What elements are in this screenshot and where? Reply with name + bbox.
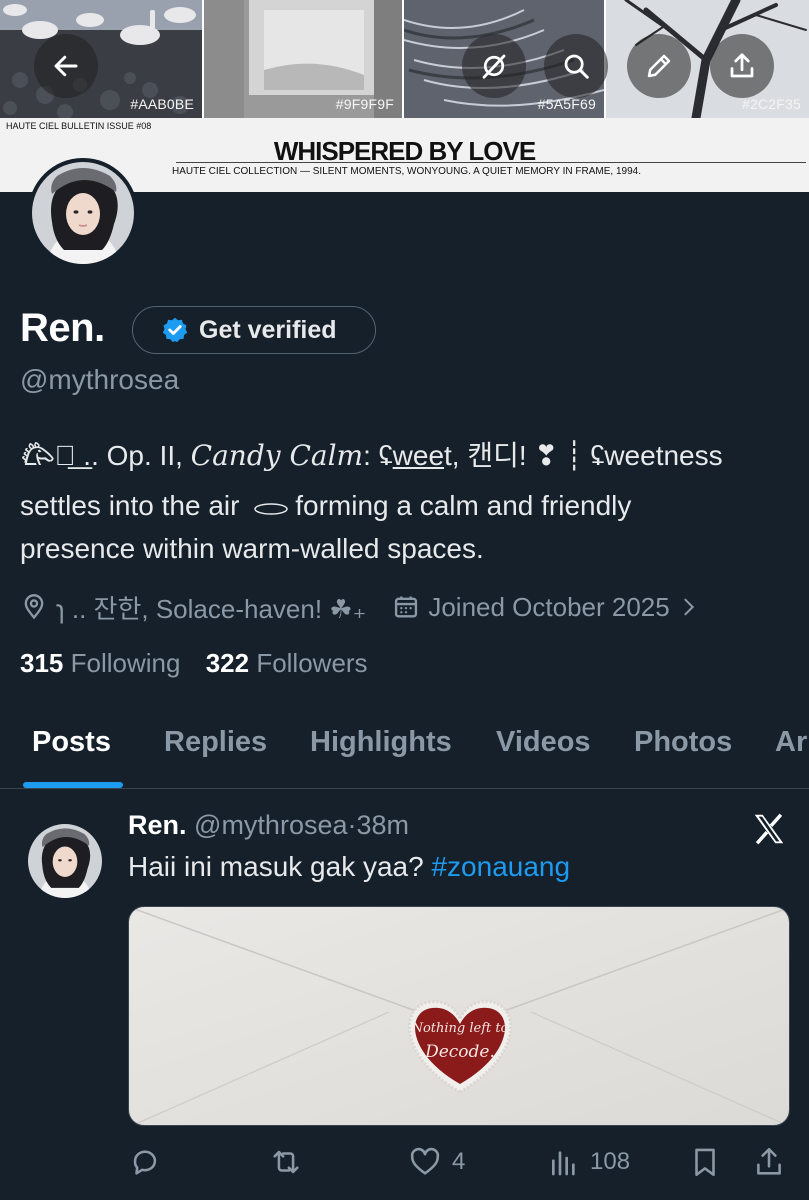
x-logo-icon[interactable] xyxy=(750,810,788,853)
banner-photo-window: #9F9F9F xyxy=(204,0,402,118)
bookmark-button[interactable] xyxy=(688,1144,722,1180)
bio-underlined-text: wee xyxy=(392,440,445,471)
bio-line-1: 𐂃ิ͟ .. Op. II, Candy Calm: ʢweet, 캔디! ❣ … xyxy=(20,434,723,474)
tabs-divider xyxy=(0,788,809,789)
back-arrow-icon xyxy=(54,55,78,77)
profile-meta: ɿ .. 잔한, Solace-haven! ☘︎₊ Joined Octobe… xyxy=(20,590,700,624)
post-text: Haii ini masuk gak yaa? #zonauang xyxy=(128,851,570,883)
bio-line-2: settles into the air forming a calm and … xyxy=(20,490,631,522)
profile-banner[interactable]: #AAB0BE #9F9F9F #5A5F69 #2C2F35 HAUTE CI… xyxy=(0,0,809,192)
post-hashtag[interactable]: #zonauang xyxy=(431,851,570,882)
like-count: 4 xyxy=(452,1148,466,1175)
banner-photo-swans: #AAB0BE xyxy=(0,0,202,118)
swatch-code: #2C2F35 xyxy=(742,96,801,112)
get-verified-button[interactable]: Get verified xyxy=(132,306,376,354)
swatch-code: #AAB0BE xyxy=(130,96,194,112)
repost-button[interactable] xyxy=(268,1144,310,1180)
avatar-image xyxy=(32,162,134,264)
banner-bulletin: HAUTE CIEL BULLETIN ISSUE #08 xyxy=(6,121,152,131)
tab-replies[interactable]: Replies xyxy=(164,726,267,759)
views-button[interactable]: 108 xyxy=(548,1144,630,1180)
profile-name: Ren. xyxy=(20,306,105,350)
post-time[interactable]: 38m xyxy=(357,810,410,840)
followers-count: 322 xyxy=(205,648,250,678)
following-count: 315 xyxy=(20,648,64,678)
post-header: Ren. @mythrosea·38m xyxy=(128,810,409,841)
swatch-code: #5A5F69 xyxy=(537,96,596,112)
tab-highlights[interactable]: Highlights xyxy=(310,726,452,759)
envelope-image: Nothing left to Decode. xyxy=(129,907,789,1125)
post-image-envelope[interactable]: Nothing left to Decode. xyxy=(128,906,790,1126)
post-body: Haii ini masuk gak yaa? xyxy=(128,851,424,882)
back-button[interactable] xyxy=(34,34,98,98)
post-separator: · xyxy=(347,810,357,840)
search-button[interactable] xyxy=(544,34,608,98)
heart-icon xyxy=(410,1147,440,1175)
like-button[interactable]: 4 xyxy=(408,1144,465,1180)
cloud-ring-icon xyxy=(254,502,288,515)
reply-button[interactable] xyxy=(128,1144,168,1180)
post-author-name[interactable]: Ren. xyxy=(128,810,187,840)
seal-text-line-1: Nothing left to xyxy=(411,1021,509,1036)
following-link[interactable]: 315 Following xyxy=(20,648,180,678)
banner-divider xyxy=(176,162,806,163)
calendar-icon xyxy=(395,596,418,618)
profile-avatar[interactable] xyxy=(28,158,138,268)
followers-label: Followers xyxy=(256,648,368,678)
tab-photos[interactable]: Photos xyxy=(634,726,732,759)
chevron-right-icon[interactable] xyxy=(678,594,700,620)
tab-posts[interactable]: Posts xyxy=(32,726,111,759)
bio-text: settles into the air xyxy=(20,490,240,521)
get-verified-label: Get verified xyxy=(199,315,337,344)
tab-articles[interactable]: Ar xyxy=(775,726,807,759)
profile-handle: @mythrosea xyxy=(20,364,180,395)
grok-icon xyxy=(482,54,506,79)
banner-subtitle: HAUTE CIEL COLLECTION — SILENT MOMENTS, … xyxy=(172,166,641,177)
share-button[interactable] xyxy=(710,34,774,98)
tab-videos[interactable]: Videos xyxy=(496,726,591,759)
post-author-handle[interactable]: @mythrosea xyxy=(194,810,347,840)
repost-icon xyxy=(273,1150,299,1174)
bio-text: forming a calm and friendly xyxy=(295,490,632,521)
joined-text: Joined October 2025 xyxy=(428,591,670,622)
post-author-avatar[interactable] xyxy=(28,824,102,898)
location-pin-icon xyxy=(24,594,44,620)
bio-script-text: Candy Calm xyxy=(190,439,364,472)
views-chart-icon xyxy=(552,1151,575,1176)
share-icon xyxy=(730,53,754,78)
followers-link[interactable]: 322 Followers xyxy=(206,648,368,678)
search-icon xyxy=(564,54,589,79)
grok-button[interactable] xyxy=(462,34,526,98)
pencil-icon xyxy=(647,54,671,78)
avatar-image xyxy=(28,824,102,898)
bio-text: 𐂃ิ͟ .. Op. II, xyxy=(20,440,191,471)
seal-text-line-2: Decode. xyxy=(424,1042,495,1062)
location-text: ɿ .. 잔한, Solace-haven! ☘︎₊ xyxy=(56,593,367,624)
bio-text: t, 캔디! ❣ ┊ ʢweetness xyxy=(444,440,723,471)
bio-text: : ʢ xyxy=(363,440,393,471)
share-icon xyxy=(757,1147,781,1175)
follow-stats: 315 Following 322 Followers xyxy=(20,648,368,679)
views-count: 108 xyxy=(590,1148,631,1175)
following-label: Following xyxy=(70,648,181,678)
swatch-code: #9F9F9F xyxy=(335,96,394,112)
reply-icon xyxy=(133,1150,157,1175)
edit-button[interactable] xyxy=(627,34,691,98)
verified-badge-icon xyxy=(162,317,188,343)
bio-line-3: presence within warm-walled spaces. xyxy=(20,533,484,564)
post-share-button[interactable] xyxy=(752,1144,786,1180)
bookmark-icon xyxy=(695,1148,715,1177)
